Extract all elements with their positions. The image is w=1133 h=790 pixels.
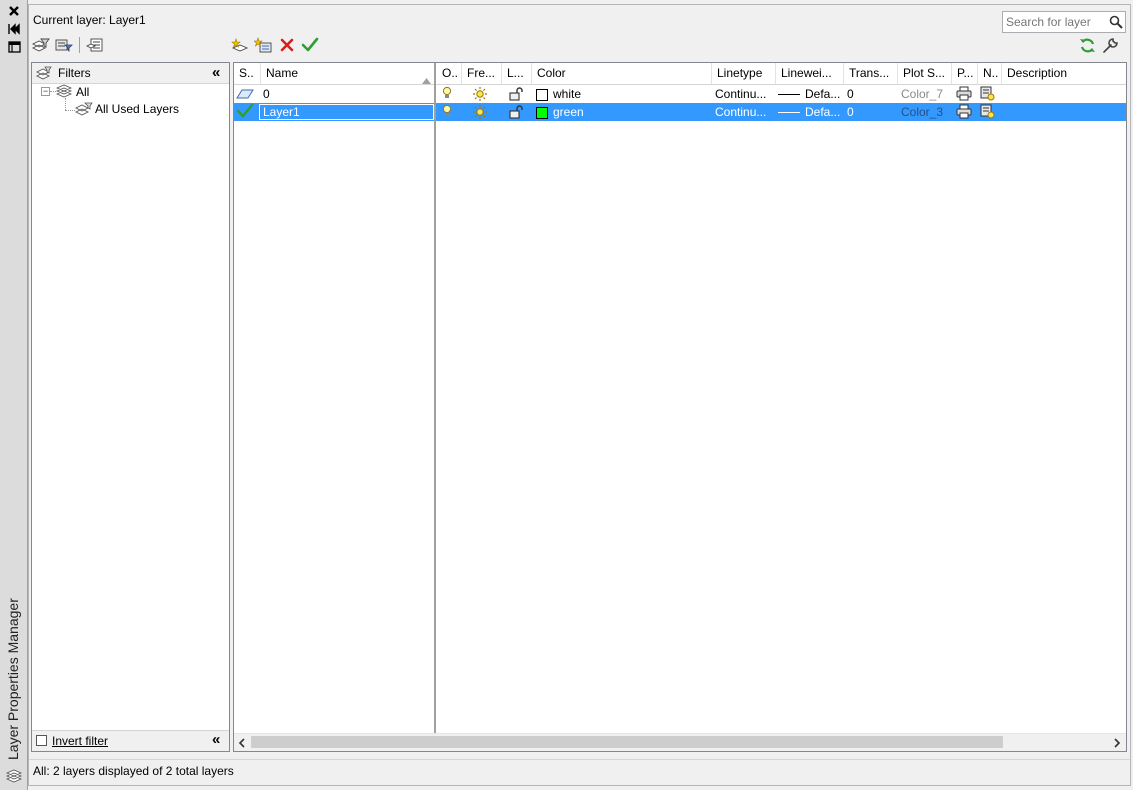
layer-list: S.. Name O.. Fre... L... Color Linetype … — [233, 62, 1127, 752]
thaw-sun-icon[interactable] — [472, 104, 488, 122]
column-name[interactable]: Name — [261, 63, 435, 84]
new-layer-button[interactable] — [231, 36, 249, 54]
on-bulb-icon[interactable] — [442, 86, 452, 104]
invert-filter-label[interactable]: Invert filter — [52, 734, 108, 748]
tree-collapse-toggle[interactable]: − — [41, 87, 50, 96]
scroll-right-icon[interactable] — [1113, 737, 1121, 751]
plot-printer-icon[interactable] — [956, 86, 972, 104]
refresh-icon[interactable] — [1078, 36, 1096, 54]
invert-filter-checkbox[interactable] — [36, 735, 47, 746]
palette-title: Layer Properties Manager — [5, 598, 21, 760]
plot-style-value: Color_3 — [901, 105, 944, 119]
sort-ascending-icon — [422, 70, 431, 84]
color-swatch[interactable] — [536, 85, 548, 103]
unlock-icon[interactable] — [508, 86, 524, 104]
tree-item-all[interactable]: All — [76, 85, 89, 99]
filters-header: Filters « — [32, 63, 229, 84]
color-name[interactable]: green — [553, 103, 584, 121]
column-lineweight[interactable]: Linewei... — [776, 63, 844, 84]
plot-printer-icon[interactable] — [956, 104, 972, 122]
transparency-value[interactable]: 0 — [847, 85, 854, 103]
all-layers-icon — [55, 84, 73, 101]
column-name-label: Name — [266, 66, 299, 80]
current-layer-label: Current layer: Layer1 — [33, 13, 146, 27]
auto-hide-icon[interactable] — [6, 21, 22, 37]
tree-item-all-used-layers[interactable]: All Used Layers — [95, 102, 179, 116]
column-transparency[interactable]: Trans... — [844, 63, 898, 84]
search-input[interactable] — [1006, 13, 1104, 31]
layers-icon — [6, 768, 22, 784]
name-column-splitter[interactable] — [434, 63, 436, 733]
column-color[interactable]: Color — [532, 63, 712, 84]
search-box[interactable] — [1002, 11, 1126, 33]
toolbar-separator — [79, 37, 80, 53]
column-plot[interactable]: P... — [952, 63, 978, 84]
current-check-icon — [236, 103, 254, 121]
used-layers-filter-icon — [74, 102, 93, 119]
thaw-sun-icon[interactable] — [472, 86, 488, 104]
column-lock[interactable]: L... — [502, 63, 532, 84]
on-bulb-icon[interactable] — [442, 104, 452, 122]
layer-name[interactable]: 0 — [263, 85, 270, 103]
column-plot-style[interactable]: Plot S... — [898, 63, 952, 84]
column-header-row: S.. Name O.. Fre... L... Color Linetype … — [234, 63, 1126, 85]
search-icon[interactable] — [1109, 15, 1123, 32]
plot-style-value: Color_7 — [901, 87, 944, 101]
filters-footer: Invert filter « — [32, 730, 229, 751]
layer-name[interactable]: Layer1 — [259, 104, 434, 120]
set-current-button[interactable] — [301, 36, 319, 54]
lineweight-value[interactable]: Defa... — [805, 103, 840, 121]
filters-title: Filters — [58, 66, 91, 80]
lineweight-value[interactable]: Defa... — [805, 85, 840, 103]
lineweight-line-icon — [778, 94, 800, 95]
settings-wrench-icon[interactable] — [1101, 36, 1119, 54]
new-layer-vp-frozen-button[interactable] — [254, 36, 272, 54]
column-freeze[interactable]: Fre... — [462, 63, 502, 84]
linetype-value[interactable]: Continu... — [715, 85, 766, 103]
new-property-filter-button[interactable] — [32, 36, 50, 54]
column-linetype[interactable]: Linetype — [712, 63, 776, 84]
status-divider — [29, 759, 1130, 760]
collapse-filters-icon[interactable]: « — [212, 64, 220, 81]
transparency-value[interactable]: 0 — [847, 103, 854, 121]
column-new-vp-freeze[interactable]: N.. — [978, 63, 1002, 84]
scroll-thumb[interactable] — [251, 736, 1003, 748]
layer-row[interactable]: Layer1 green Continu... Defa... 0 Color_… — [234, 103, 1126, 121]
column-status[interactable]: S.. — [234, 63, 261, 84]
new-vp-freeze-icon[interactable] — [980, 104, 996, 122]
lineweight-line-icon — [778, 112, 800, 113]
collapse-filters-icon[interactable]: « — [212, 731, 220, 748]
scroll-left-icon[interactable] — [238, 737, 246, 751]
status-text: All: 2 layers displayed of 2 total layer… — [33, 764, 234, 778]
linetype-value[interactable]: Continu... — [715, 103, 766, 121]
properties-icon[interactable] — [6, 39, 22, 55]
filters-panel: Filters « − All All Used Layers Invert f… — [31, 62, 230, 752]
tree-connector — [65, 98, 66, 110]
tree-connector — [65, 110, 75, 111]
palette-title-strip: Layer Properties Manager — [0, 0, 28, 790]
column-description[interactable]: Description — [1002, 63, 1126, 84]
new-vp-freeze-icon[interactable] — [980, 86, 996, 104]
column-on[interactable]: O.. — [437, 63, 462, 84]
horizontal-scrollbar[interactable] — [234, 733, 1126, 751]
delete-layer-button[interactable] — [278, 36, 296, 54]
layer-row[interactable]: 0 white Continu... Defa... 0 Color_7 — [234, 85, 1126, 103]
close-icon[interactable] — [6, 3, 22, 19]
filter-icon — [35, 66, 52, 83]
color-swatch[interactable] — [536, 103, 548, 121]
new-group-filter-button[interactable] — [55, 36, 73, 54]
color-name[interactable]: white — [553, 85, 581, 103]
unlock-icon[interactable] — [508, 104, 524, 122]
layer-states-manager-button[interactable] — [86, 36, 104, 54]
